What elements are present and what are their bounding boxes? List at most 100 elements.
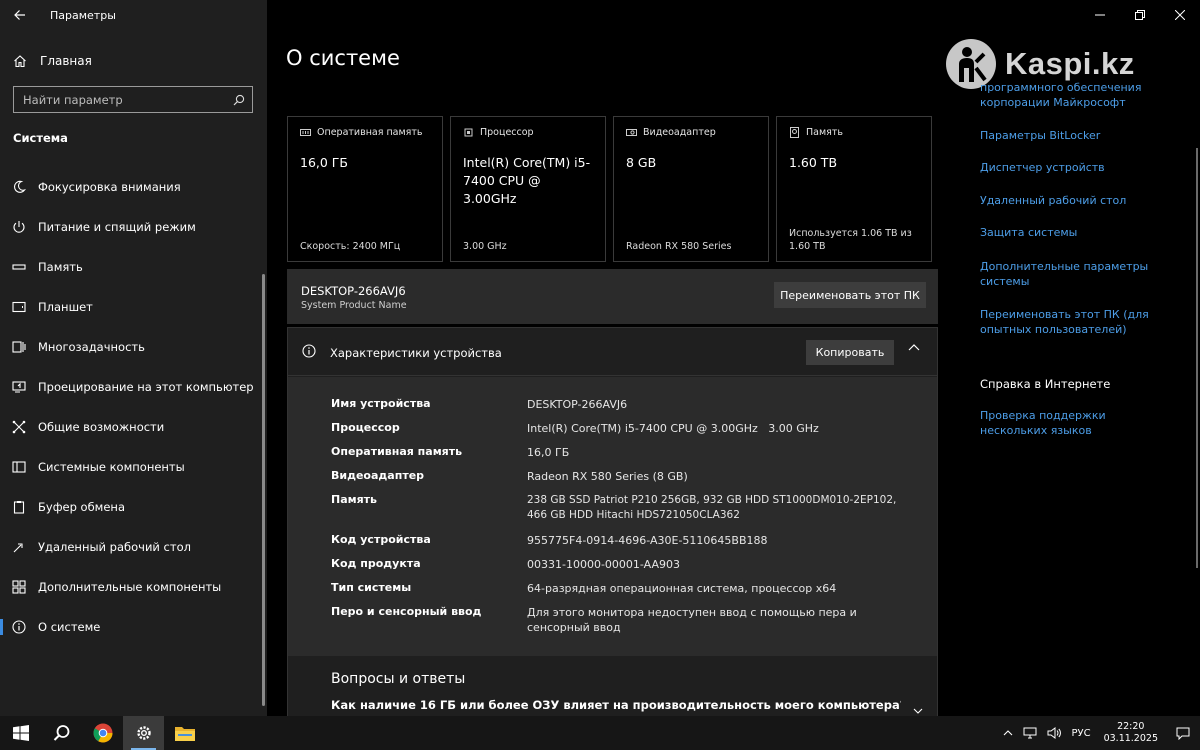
specs-header[interactable]: Характеристики устройства Копировать bbox=[288, 328, 937, 376]
card-value: 1.60 TB bbox=[789, 155, 838, 170]
restore-icon bbox=[1135, 10, 1145, 20]
sidebar-item-multitasking[interactable]: Многозадачность bbox=[0, 327, 267, 367]
app-title: Параметры bbox=[50, 8, 116, 22]
link-device-manager[interactable]: Диспетчер устройств bbox=[980, 160, 1105, 175]
sidebar-item-optional[interactable]: Дополнительные компоненты bbox=[0, 567, 267, 607]
sidebar-item-storage[interactable]: Память bbox=[0, 247, 267, 287]
spec-key: Видеоадаптер bbox=[331, 469, 425, 482]
chrome-icon bbox=[93, 723, 112, 743]
sidebar-scrollbar[interactable] bbox=[262, 274, 265, 706]
summary-cards: Оперативная память 16,0 ГБ Скорость: 240… bbox=[287, 116, 932, 262]
page-title: О системе bbox=[286, 46, 400, 70]
link-rename-pc-advanced[interactable]: Переименовать этот ПК (для опытных польз… bbox=[980, 307, 1160, 337]
search-icon[interactable] bbox=[226, 94, 252, 106]
taskbar: РУС 22:20 03.11.2025 bbox=[0, 716, 1200, 750]
system-tray: РУС 22:20 03.11.2025 bbox=[998, 716, 1200, 750]
close-button[interactable] bbox=[1160, 0, 1200, 30]
card-subtext: Скорость: 2400 МГц bbox=[300, 241, 401, 252]
spec-key: Имя устройства bbox=[331, 397, 431, 410]
spec-key: Код продукта bbox=[331, 557, 421, 570]
home-label: Главная bbox=[40, 54, 92, 68]
chevron-down-icon[interactable] bbox=[913, 706, 923, 716]
file-explorer-icon bbox=[174, 727, 195, 741]
gpu-card: Видеоадаптер 8 GB Radeon RX 580 Series bbox=[613, 116, 769, 262]
main-content: О системе Kaspi.kz Оперативная память 16… bbox=[267, 0, 1200, 716]
device-name-panel: DESKTOP-266AVJ6 System Product Name Пере… bbox=[287, 269, 938, 324]
spec-row: Тип системы 64-разрядная операционная сис… bbox=[331, 581, 901, 596]
minimize-button[interactable] bbox=[1080, 0, 1120, 30]
sidebar-item-label: Планшет bbox=[38, 300, 93, 314]
clock[interactable]: 22:20 03.11.2025 bbox=[1096, 721, 1166, 745]
chevron-up-icon[interactable] bbox=[908, 342, 920, 354]
clipboard-icon bbox=[0, 500, 38, 514]
sidebar-item-label: Питание и спящий режим bbox=[38, 220, 196, 234]
sidebar-item-label: Память bbox=[38, 260, 83, 274]
disk-card: Память 1.60 TB Используется 1.06 TB из 1… bbox=[776, 116, 932, 262]
taskbar-search-button[interactable] bbox=[41, 716, 82, 750]
home-icon bbox=[0, 54, 40, 68]
specs-table: Имя устройства DESKTOP-266AVJ6 Процессор I… bbox=[288, 377, 937, 656]
sidebar-item-label: Буфер обмена bbox=[38, 500, 126, 514]
faq-title: Вопросы и ответы bbox=[331, 671, 466, 687]
sidebar-item-shared[interactable]: Общие возможности bbox=[0, 407, 267, 447]
sidebar-item-components[interactable]: Системные компоненты bbox=[0, 447, 267, 487]
device-specs-panel: Характеристики устройства Копировать Имя… bbox=[287, 327, 938, 716]
storage-icon bbox=[0, 260, 38, 274]
taskbar-chrome[interactable] bbox=[82, 716, 123, 750]
link-system-protection[interactable]: Защита системы bbox=[980, 225, 1077, 240]
restore-button[interactable] bbox=[1120, 0, 1160, 30]
link-ms-software[interactable]: программного обеспечения корпорации Майк… bbox=[980, 80, 1170, 110]
sidebar-item-tablet[interactable]: Планшет bbox=[0, 287, 267, 327]
title-bar: Параметры bbox=[0, 0, 267, 30]
spec-key: Код устройства bbox=[331, 533, 431, 546]
spec-value: 238 GB SSD Patriot P210 256GB, 932 GB HD… bbox=[527, 494, 897, 521]
sidebar: Параметры Главная Система Фокусировка вн… bbox=[0, 0, 267, 716]
cpu-card: Процессор Intel(R) Core(TM) i5-7400 CPU … bbox=[450, 116, 606, 262]
card-subtext: Radeon RX 580 Series bbox=[626, 241, 732, 252]
info-icon bbox=[0, 620, 38, 634]
card-subtext: 3.00 GHz bbox=[463, 241, 507, 252]
sidebar-item-about[interactable]: О системе bbox=[0, 607, 267, 647]
spec-row: Память 238 GB SSD Patriot P210 256GB, 932… bbox=[331, 493, 901, 523]
device-product-name: System Product Name bbox=[301, 300, 407, 311]
main-scrollbar[interactable] bbox=[1196, 148, 1198, 568]
start-button[interactable] bbox=[0, 716, 41, 750]
spec-key: Память bbox=[331, 493, 378, 506]
search-box[interactable] bbox=[13, 86, 253, 113]
taskbar-settings[interactable] bbox=[123, 716, 164, 750]
multitasking-icon bbox=[0, 340, 38, 354]
sidebar-item-remote-desktop[interactable]: Удаленный рабочий стол bbox=[0, 527, 267, 567]
sidebar-item-label: Общие возможности bbox=[38, 420, 165, 434]
volume-button[interactable] bbox=[1042, 716, 1066, 750]
sidebar-item-label: Проецирование на этот компьютер bbox=[38, 380, 254, 394]
search-input[interactable] bbox=[14, 92, 226, 107]
network-button[interactable] bbox=[1018, 716, 1042, 750]
sidebar-item-label: Системные компоненты bbox=[38, 460, 185, 474]
spec-row: Перо и сенсорный ввод Для этого монитора … bbox=[331, 605, 901, 635]
sidebar-item-label: Удаленный рабочий стол bbox=[38, 540, 191, 554]
sidebar-nav: Фокусировка внимания Питание и спящий ре… bbox=[0, 167, 267, 647]
section-title: Система bbox=[13, 131, 68, 145]
link-advanced-system-settings[interactable]: Дополнительные параметры системы bbox=[980, 259, 1155, 289]
spec-row: Код устройства 955775F4-0914-4696-A30E-51… bbox=[331, 533, 901, 548]
rename-pc-button[interactable]: Переименовать этот ПК bbox=[774, 282, 926, 308]
sidebar-item-clipboard[interactable]: Буфер обмена bbox=[0, 487, 267, 527]
link-bitlocker[interactable]: Параметры BitLocker bbox=[980, 128, 1100, 143]
link-language-support[interactable]: Проверка поддержки нескольких языков bbox=[980, 408, 1175, 438]
link-remote-desktop[interactable]: Удаленный рабочий стол bbox=[980, 193, 1126, 208]
faq-question[interactable]: Как наличие 16 ГБ или более ОЗУ влияет н… bbox=[331, 698, 901, 712]
sidebar-item-focus[interactable]: Фокусировка внимания bbox=[0, 167, 267, 207]
taskbar-file-explorer[interactable] bbox=[164, 716, 205, 750]
input-language[interactable]: РУС bbox=[1066, 716, 1095, 750]
show-hidden-icons-button[interactable] bbox=[998, 716, 1018, 750]
ram-card: Оперативная память 16,0 ГБ Скорость: 240… bbox=[287, 116, 443, 262]
chevron-up-icon bbox=[1004, 730, 1013, 736]
sidebar-item-projection[interactable]: Проецирование на этот компьютер bbox=[0, 367, 267, 407]
back-button[interactable] bbox=[0, 0, 40, 30]
sidebar-item-power[interactable]: Питание и спящий режим bbox=[0, 207, 267, 247]
copy-button[interactable]: Копировать bbox=[806, 340, 894, 365]
notifications-button[interactable] bbox=[1166, 716, 1200, 750]
home-nav[interactable]: Главная bbox=[0, 44, 267, 78]
network-icon bbox=[1023, 727, 1037, 739]
card-value: 8 GB bbox=[626, 155, 657, 170]
